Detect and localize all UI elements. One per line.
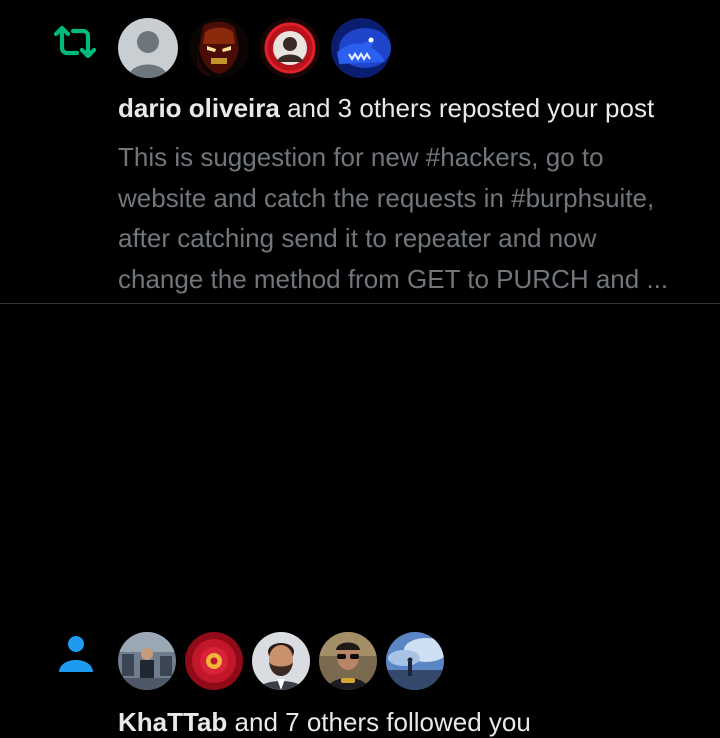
follow-headline: KhaTTab and 7 others followed you [118, 706, 531, 738]
preview-line: website and catch the requests in #burph… [118, 182, 655, 213]
blue-creature-avatar[interactable] [331, 18, 391, 78]
post-preview[interactable]: This is suggestion for new #hackers, go … [118, 137, 708, 299]
sky-landscape-avatar[interactable] [386, 632, 444, 690]
notification-action: and 7 others followed you [234, 707, 531, 737]
notification-action: and 3 others reposted your post [287, 93, 655, 123]
preview-line: after catching send it to repeater and n… [118, 223, 597, 253]
actor-name[interactable]: dario oliveira [118, 93, 280, 123]
red-portrait-avatar[interactable] [260, 18, 320, 78]
preview-line: change the method from GET to PURCH and … [118, 263, 669, 294]
iron-man-avatar[interactable] [189, 18, 249, 78]
sunglasses-avatar[interactable] [319, 632, 377, 690]
repost-notification[interactable]: dario oliveira and 3 others reposted you… [0, 0, 720, 304]
default-avatar[interactable] [118, 18, 178, 78]
follow-avatar-row [118, 632, 453, 690]
preview-line: This is suggestion for new #hackers, go … [118, 142, 604, 172]
person-icon [55, 634, 99, 674]
repost-icon [52, 24, 98, 60]
repost-headline: dario oliveira and 3 others reposted you… [118, 92, 654, 124]
actor-name[interactable]: KhaTTab [118, 707, 227, 737]
man-portrait-avatar[interactable] [252, 632, 310, 690]
red-rose-avatar[interactable] [185, 632, 243, 690]
repost-avatar-row [118, 18, 402, 78]
conference-avatar[interactable] [118, 632, 176, 690]
follow-notification[interactable]: KhaTTab and 7 others followed you [0, 304, 720, 737]
